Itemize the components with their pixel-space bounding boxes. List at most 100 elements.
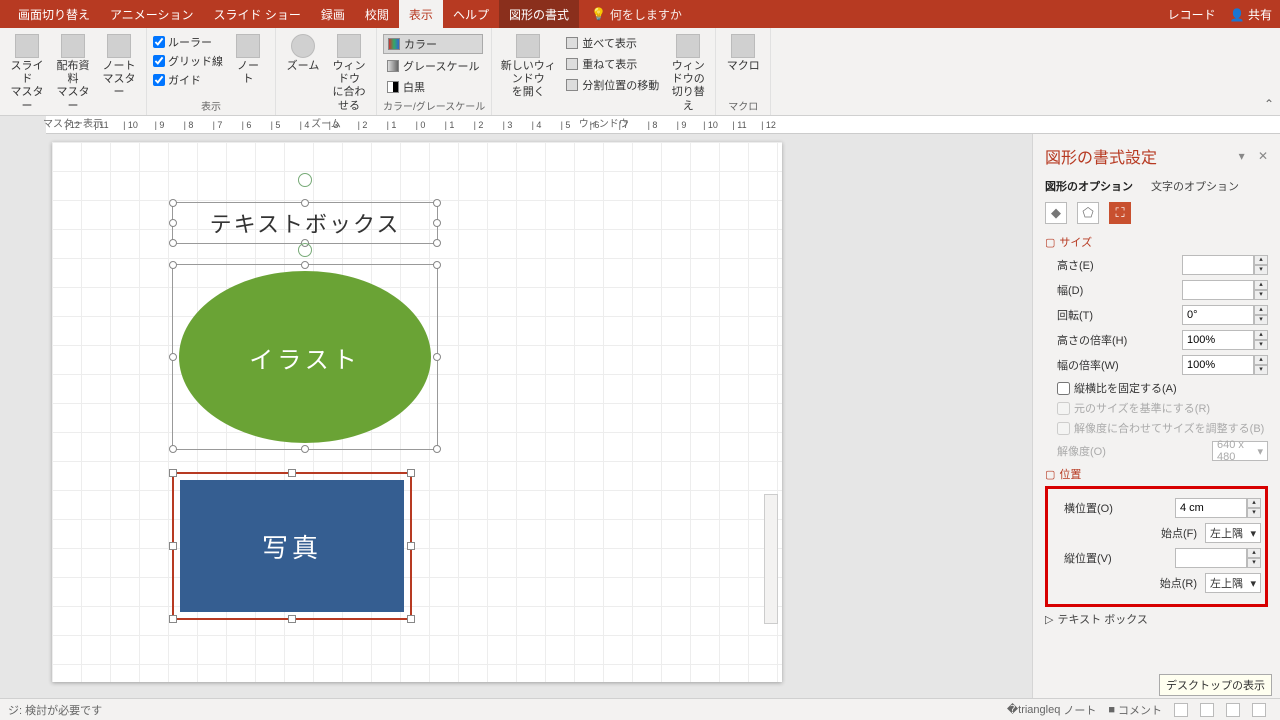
tab-view[interactable]: 表示: [399, 0, 443, 28]
group-label: 表示: [153, 96, 269, 115]
chevron-down-icon: ▾: [1257, 445, 1263, 458]
workspace: テキストボックス イラスト 写真: [0, 134, 1280, 698]
title-bar: 画面切り替え アニメーション スライド ショー 録画 校閲 表示 ヘルプ 図形の…: [0, 0, 1280, 28]
scale-w-label: 幅の倍率(W): [1057, 357, 1119, 373]
macro-icon: [731, 34, 755, 58]
color-button[interactable]: カラー: [383, 34, 483, 54]
ribbon: スライド マスター 配布資料 マスター ノート マスター マスター表示 ルーラー…: [0, 28, 1280, 116]
spin-up-icon[interactable]: ▴: [1254, 255, 1268, 265]
size-section-header[interactable]: ▢ サイズ: [1045, 234, 1268, 250]
rectangle-text: 写真: [262, 528, 322, 565]
close-icon[interactable]: ✕: [1258, 149, 1268, 163]
tab-help[interactable]: ヘルプ: [443, 0, 499, 28]
notes-button[interactable]: ノー ト: [227, 30, 269, 86]
height-input[interactable]: [1182, 255, 1254, 275]
from-v-combo[interactable]: 左上隅▾: [1205, 573, 1261, 593]
original-size-checkbox: 元のサイズを基準にする(R): [1057, 400, 1268, 416]
rotation-input[interactable]: [1182, 305, 1254, 325]
status-text: ジ: 検討が必要です: [8, 702, 102, 718]
notes-master-icon: [107, 34, 131, 58]
scale-h-label: 高さの倍率(H): [1057, 332, 1127, 348]
slide-canvas[interactable]: テキストボックス イラスト 写真: [0, 134, 1032, 698]
fit-window-button[interactable]: ウィンドウ に合わせる: [328, 30, 370, 113]
size-properties-icon[interactable]: ⛶: [1109, 202, 1131, 224]
slide-master-button[interactable]: スライド マスター: [6, 30, 48, 113]
handout-master-icon: [61, 34, 85, 58]
rotation-handle-icon[interactable]: [298, 173, 312, 187]
grayscale-button[interactable]: グレースケール: [383, 57, 483, 75]
group-macro: マクロ マクロ: [716, 28, 771, 115]
fill-line-icon[interactable]: ◆: [1045, 202, 1067, 224]
cascade-button[interactable]: 重ねて表示: [562, 55, 663, 73]
collapse-ribbon-icon[interactable]: ⌃: [1264, 97, 1274, 111]
share-button[interactable]: 👤 共有: [1230, 6, 1272, 23]
tell-me[interactable]: 💡 何をしますか: [591, 6, 682, 23]
guide-checkbox[interactable]: ガイド: [153, 72, 223, 88]
new-window-icon: [516, 34, 540, 58]
color-icon: [388, 38, 400, 50]
new-window-button[interactable]: 新しいウィンドウ を開く: [498, 30, 558, 100]
arrange-button[interactable]: 並べて表示: [562, 34, 663, 52]
bw-button[interactable]: 白黒: [383, 78, 483, 96]
rotation-label: 回転(T): [1057, 307, 1093, 323]
pane-tabs: 図形のオプション 文字のオプション: [1045, 178, 1268, 194]
format-shape-pane: 図形の書式設定 ▾ ✕ 図形のオプション 文字のオプション ◆ ⬠ ⛶ ▢ サイ…: [1032, 134, 1280, 698]
slide[interactable]: テキストボックス イラスト 写真: [52, 142, 782, 682]
tab-record[interactable]: 録画: [311, 0, 355, 28]
textbox-shape[interactable]: テキストボックス: [172, 202, 438, 244]
group-label: ウィンドウ: [498, 113, 709, 132]
scale-w-input[interactable]: [1182, 355, 1254, 375]
switch-window-button[interactable]: ウィンドウの 切り替え: [667, 30, 709, 113]
pane-title: 図形の書式設定: [1045, 144, 1157, 168]
vpos-input[interactable]: [1175, 548, 1247, 568]
reading-view-icon[interactable]: [1220, 703, 1246, 717]
width-input[interactable]: [1182, 280, 1254, 300]
from-h-combo[interactable]: 左上隅▾: [1205, 523, 1261, 543]
pane-options-icon[interactable]: ▾: [1239, 149, 1245, 163]
macro-button[interactable]: マクロ: [722, 30, 764, 73]
split-button[interactable]: 分割位置の移動: [562, 76, 663, 94]
rectangle-fill: 写真: [180, 480, 404, 612]
group-zoom: ズーム ウィンドウ に合わせる ズーム: [276, 28, 377, 115]
textbox-section-header[interactable]: ▷ テキスト ボックス: [1045, 611, 1268, 627]
tab-shape-format[interactable]: 図形の書式: [499, 0, 579, 28]
resolution-fit-checkbox: 解像度に合わせてサイズを調整する(B): [1057, 420, 1268, 436]
lock-aspect-checkbox[interactable]: 縦横比を固定する(A): [1057, 380, 1268, 396]
cascade-icon: [566, 58, 578, 70]
sorter-view-icon[interactable]: [1194, 703, 1220, 717]
oval-text: イラスト: [249, 340, 361, 375]
tab-slideshow[interactable]: スライド ショー: [204, 0, 311, 28]
rectangle-shape[interactable]: 写真: [172, 472, 412, 620]
rotation-handle-icon[interactable]: [298, 243, 312, 257]
group-label: ズーム: [282, 113, 370, 132]
zoom-button[interactable]: ズーム: [282, 30, 324, 73]
tab-animations[interactable]: アニメーション: [100, 0, 204, 28]
spin-down-icon[interactable]: ▾: [1254, 265, 1268, 275]
normal-view-icon[interactable]: [1168, 703, 1194, 717]
vertical-scrollbar[interactable]: [764, 494, 778, 624]
ruler-checkbox[interactable]: ルーラー: [153, 34, 223, 50]
hpos-input[interactable]: [1175, 498, 1247, 518]
grid-checkbox[interactable]: グリッド線: [153, 53, 223, 69]
vpos-label: 縦位置(V): [1064, 550, 1112, 566]
tab-transitions[interactable]: 画面切り替え: [8, 0, 100, 28]
oval-shape[interactable]: イラスト: [172, 264, 438, 450]
group-label: マスター表示: [6, 113, 140, 132]
comments-toggle[interactable]: ■ コメント: [1102, 702, 1168, 718]
effects-icon[interactable]: ⬠: [1077, 202, 1099, 224]
position-section-header[interactable]: ▢ 位置: [1045, 466, 1268, 482]
slideshow-view-icon[interactable]: [1246, 703, 1272, 717]
notes-master-button[interactable]: ノート マスター: [98, 30, 140, 100]
chevron-down-icon: ▾: [1250, 527, 1256, 540]
notes-toggle[interactable]: �triangleq ノート: [1001, 702, 1102, 718]
notes-icon: [236, 34, 260, 58]
record-button[interactable]: レコード: [1168, 6, 1216, 23]
text-options-tab[interactable]: 文字のオプション: [1151, 178, 1239, 194]
handout-master-button[interactable]: 配布資料 マスター: [52, 30, 94, 113]
tab-review[interactable]: 校閲: [355, 0, 399, 28]
bw-icon: [387, 81, 399, 93]
shape-options-tab[interactable]: 図形のオプション: [1045, 178, 1133, 194]
slide-master-icon: [15, 34, 39, 58]
from-h-label: 始点(F): [1161, 525, 1197, 541]
scale-h-input[interactable]: [1182, 330, 1254, 350]
